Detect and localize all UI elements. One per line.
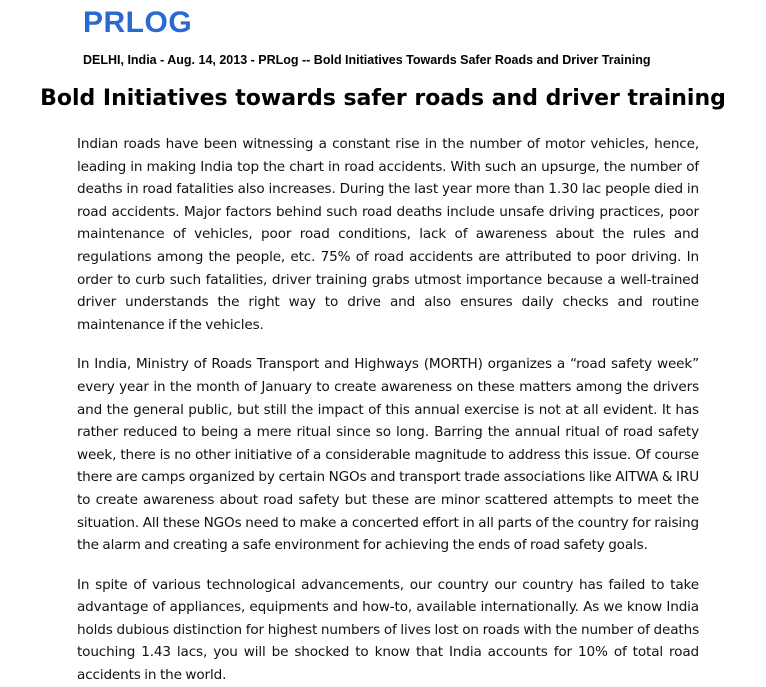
article-paragraph: In spite of various technological advanc… <box>77 576 699 684</box>
prlog-logo: PRLOG <box>83 6 193 39</box>
article-paragraph: Indian roads have been witnessing a cons… <box>77 136 699 333</box>
dateline: DELHI, India - Aug. 14, 2013 - PRLog -- … <box>83 53 651 67</box>
article-paragraph: In India, Ministry of Roads Transport an… <box>77 356 699 554</box>
article-body: Indian roads have been witnessing a cons… <box>77 133 699 687</box>
article-headline: Bold Initiatives towards safer roads and… <box>40 86 726 111</box>
press-release-page: PRLOG DELHI, India - Aug. 14, 2013 - PRL… <box>0 0 766 683</box>
